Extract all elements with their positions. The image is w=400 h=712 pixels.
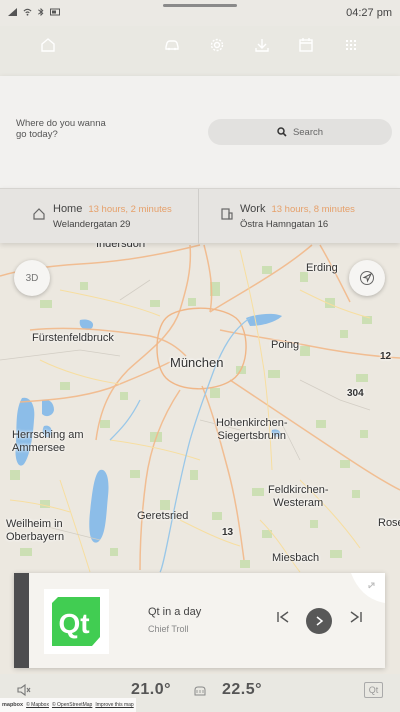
media-player: Qt Qt in a day Chief Troll [14,573,385,668]
compass-button[interactable] [349,260,385,296]
search-icon [277,127,287,137]
play-icon [316,616,324,626]
office-icon [221,208,233,220]
improve-map-link[interactable]: Improve this map [95,702,133,708]
map-label-herrsching: Herrsching am Ammersee [12,429,84,455]
map-label-road-12: 12 [380,351,392,362]
speaker-icon[interactable] [16,683,32,697]
favorite-work-title: Work 13 hours, 8 minutes [240,203,355,215]
track-artist: Chief Troll [148,624,189,634]
map-attribution: mapbox © Mapbox © OpenStreetMap Improve … [0,698,136,712]
compass-icon [360,271,374,285]
favorite-home-address: Welandergatan 29 [53,219,131,230]
signal-icon [8,8,17,16]
favorite-work[interactable]: Work 13 hours, 8 minutes Östra Hamngatan … [199,189,400,244]
home-icon [33,208,45,220]
expand-icon[interactable] [351,573,385,603]
status-icons [8,8,61,16]
favorite-work-label: Work [240,203,266,215]
map-label-weilheim: Weilheim in Oberbayern [6,518,65,544]
wifi-icon [23,8,32,16]
cover-text: Qt [58,608,89,639]
play-button[interactable] [306,608,332,634]
download-icon[interactable] [253,36,271,54]
drag-handle[interactable] [163,4,237,7]
battery-icon [50,8,60,16]
map-label-muenchen: München [170,355,224,370]
home-icon[interactable] [39,36,57,54]
car-icon[interactable] [163,36,181,54]
qt-launcher[interactable]: Qt [364,682,383,698]
map-label-road-304: 304 [347,388,364,399]
search-input[interactable]: Search [208,119,392,145]
gear-icon[interactable] [208,36,226,54]
search-prompt: Where do you wanna go today? [16,118,106,140]
status-time: 04:27 pm [346,7,392,19]
search-placeholder: Search [292,126,324,138]
favorite-home[interactable]: Home 13 hours, 2 minutes Welandergatan 29 [0,189,198,244]
seat-heating-icon[interactable] [193,686,207,696]
map-label-miesbach: Miesbach [272,552,320,564]
map-label-hohenkirchen: Hohenkirchen- Siegertsbrunn [216,417,288,443]
map-label-rose: Rose [378,517,400,529]
favorites-bar: Home 13 hours, 2 minutes Welandergatan 29… [0,188,400,244]
osm-link[interactable]: © OpenStreetMap [52,702,92,708]
qt-logo: Qt [52,597,100,646]
album-cover: Qt [44,589,109,654]
top-nav [0,26,400,76]
search-panel: Where do you wanna go today? Search [0,76,400,188]
mapbox-link[interactable]: © Mapbox [26,702,49,708]
temperature-right[interactable]: 22.5° [222,681,262,699]
favorite-work-duration: 13 hours, 8 minutes [271,204,355,215]
apps-icon[interactable] [342,36,360,54]
favorite-home-title: Home 13 hours, 2 minutes [53,203,172,215]
map-label-road-13: 13 [222,527,234,538]
mapbox-logo: mapbox [2,702,24,708]
map-label-geretsried: Geretsried [137,510,189,522]
favorite-home-label: Home [53,203,83,215]
map-label-feldkirchen: Feldkirchen- Westeram [268,484,329,510]
calendar-icon[interactable] [297,36,315,54]
map-label-fuerstenfeldbruck: Fürstenfeldbruck [32,332,114,344]
favorite-work-address: Östra Hamngatan 16 [240,219,329,230]
status-bar: 04:27 pm [0,0,400,26]
map-label-erding: Erding [306,262,338,274]
temperature-left[interactable]: 21.0° [131,681,171,699]
previous-track-icon[interactable] [275,609,291,625]
map-3d-button[interactable]: 3D [14,260,50,296]
track-title: Qt in a day [148,606,202,618]
media-strip [14,573,29,668]
bluetooth-icon [38,8,44,16]
map-3d-label: 3D [25,272,39,284]
next-track-icon[interactable] [348,609,364,625]
map-label-poing: Poing [271,339,300,351]
favorite-home-duration: 13 hours, 2 minutes [88,204,172,215]
